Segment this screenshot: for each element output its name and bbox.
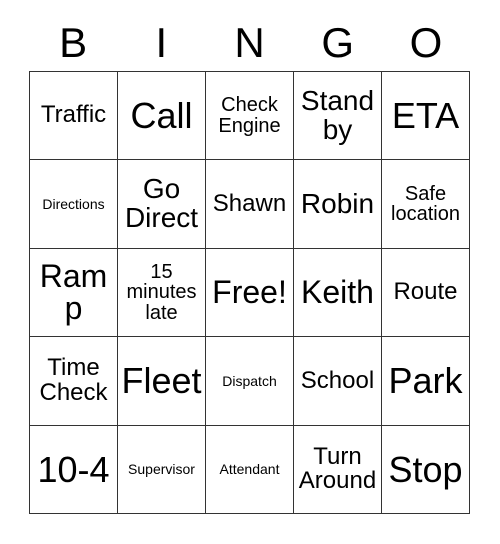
bingo-cell-label: Free! — [212, 274, 287, 311]
bingo-cell-label: Attendant — [219, 461, 280, 478]
bingo-header-letter-o: O — [409, 18, 443, 66]
bingo-cell[interactable]: Supervisor — [118, 425, 206, 514]
bingo-cell-label: Supervisor — [128, 461, 195, 478]
bingo-cell[interactable]: School — [294, 337, 382, 426]
bingo-cell[interactable]: Fleet — [118, 337, 206, 426]
bingo-cell-label: Go Direct — [124, 173, 199, 234]
bingo-grid: Traffic Call Check Engine Stand by ETA D… — [29, 71, 470, 514]
bingo-cell-label: Dispatch — [222, 372, 277, 389]
bingo-cell[interactable]: 10-4 — [30, 425, 118, 514]
bingo-cell[interactable]: Time Check — [30, 337, 118, 426]
bingo-cell[interactable]: Route — [382, 248, 470, 338]
bingo-cell-label: Shawn — [212, 189, 287, 217]
bingo-cell-label: Stand by — [300, 84, 375, 145]
bingo-cell[interactable]: Stand by — [294, 72, 382, 161]
bingo-cell[interactable]: Attendant — [206, 425, 294, 514]
bingo-cell[interactable]: Park — [382, 337, 470, 426]
bingo-cell-label: Ramp — [39, 257, 108, 327]
bingo-cell[interactable]: Go Direct — [118, 160, 206, 249]
bingo-cell[interactable]: Check Engine — [206, 72, 294, 161]
bingo-cell[interactable]: Keith — [294, 248, 382, 338]
bingo-cell[interactable]: ETA — [382, 72, 470, 161]
bingo-cell-label: Directions — [42, 195, 105, 212]
bingo-cell[interactable]: Robin — [294, 160, 382, 249]
bingo-cell[interactable]: Ramp — [30, 248, 118, 338]
bingo-cell-label: Turn Around — [298, 442, 377, 495]
bingo-card: B I N G O Traffic Call Check Engine Stan… — [0, 0, 500, 544]
bingo-header-letter-i: I — [155, 18, 168, 66]
bingo-cell-label: 15 minutes late — [126, 260, 197, 324]
bingo-cell[interactable]: Dispatch — [206, 337, 294, 426]
bingo-cell[interactable]: Traffic — [30, 72, 118, 161]
bingo-cell-label: Traffic — [40, 101, 107, 129]
bingo-cell-label: Park — [388, 360, 463, 402]
bingo-cell-label: School — [300, 366, 375, 394]
bingo-cell-label: Keith — [301, 274, 374, 311]
bingo-cell-label: Safe location — [391, 182, 460, 226]
bingo-cell-label: Stop — [388, 448, 463, 490]
bingo-cell[interactable]: Safe location — [382, 160, 470, 249]
bingo-cell-label: Time Check — [39, 354, 108, 406]
bingo-cell-label: 10-4 — [37, 448, 110, 490]
bingo-cell-label: ETA — [391, 95, 460, 137]
bingo-header-letter-n: N — [234, 18, 265, 66]
bingo-cell[interactable]: Turn Around — [294, 425, 382, 514]
bingo-cell[interactable]: Shawn — [206, 160, 294, 249]
bingo-cell-label: Call — [130, 95, 193, 137]
bingo-header-letter-b: B — [59, 18, 88, 66]
bingo-cell[interactable]: 15 minutes late — [118, 248, 206, 338]
bingo-cell-label: Check Engine — [218, 94, 281, 137]
bingo-cell[interactable]: Directions — [30, 160, 118, 249]
bingo-cell-label: Fleet — [121, 360, 202, 402]
bingo-cell-label: Route — [393, 278, 458, 306]
bingo-cell-free[interactable]: Free! — [206, 248, 294, 338]
bingo-cell[interactable]: Call — [118, 72, 206, 161]
bingo-header-row: B I N G O — [29, 14, 470, 71]
bingo-cell[interactable]: Stop — [382, 425, 470, 514]
bingo-cell-label: Robin — [300, 187, 375, 219]
bingo-header-letter-g: G — [321, 18, 355, 66]
